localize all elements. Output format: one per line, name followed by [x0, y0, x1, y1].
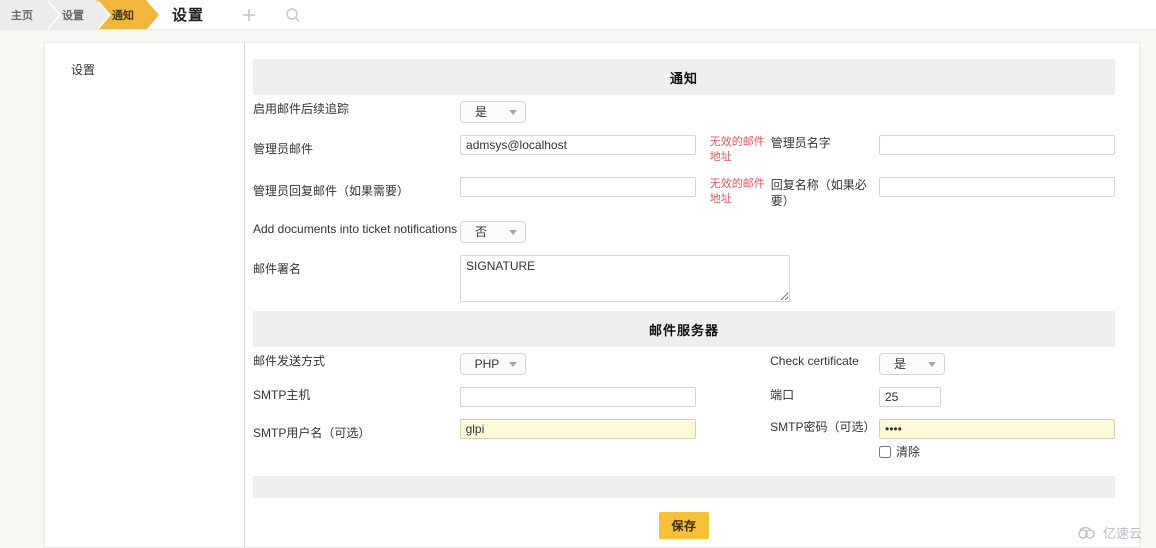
footer-strip	[253, 476, 1115, 498]
error-smtp-host	[709, 381, 770, 413]
save-row: 保存	[253, 512, 1115, 539]
form-row-admin-reply: 管理员回复邮件（如果需要） 无效的邮件地址 回复名称（如果必要）	[253, 171, 1115, 215]
clear-password-row: 清除	[879, 443, 1115, 460]
smtp-password-input[interactable]	[879, 419, 1115, 439]
label-followups-right	[771, 95, 879, 129]
plus-icon[interactable]	[240, 6, 258, 24]
clear-password-checkbox[interactable]	[879, 446, 891, 458]
admin-name-input[interactable]	[879, 135, 1115, 155]
cell-admin-email-value	[460, 129, 710, 171]
label-admin-reply: 管理员回复邮件（如果需要）	[253, 171, 460, 215]
label-admin-email: 管理员邮件	[253, 129, 460, 171]
select-followups[interactable]: 是	[460, 101, 526, 123]
label-signature: 邮件署名	[253, 249, 460, 311]
card-main: 通知 启用邮件后续追踪 是	[245, 43, 1139, 547]
error-followups	[710, 95, 771, 129]
cell-followups-right	[879, 95, 1115, 129]
page-body: 设置 通知 启用邮件后续追踪 是	[0, 30, 1156, 548]
label-port: 端口	[770, 381, 879, 413]
admin-email-input[interactable]	[460, 135, 696, 155]
breadcrumb-item-home[interactable]: 主页	[0, 0, 46, 29]
cell-admin-name-value	[879, 129, 1115, 171]
port-input[interactable]	[879, 387, 941, 407]
error-send-way	[709, 347, 770, 381]
smtp-host-input[interactable]	[460, 387, 696, 407]
card-left-rail: 设置	[45, 43, 245, 547]
cell-smtp-host-value	[460, 381, 710, 413]
search-icon[interactable]	[284, 6, 302, 24]
cell-admin-reply-value	[460, 171, 710, 215]
watermark: 亿速云	[1077, 523, 1142, 542]
breadcrumb: 主页 设置 通知	[0, 0, 146, 29]
label-reply-name: 回复名称（如果必要）	[771, 171, 879, 215]
error-add-documents	[710, 215, 771, 249]
form-row-admin-email: 管理员邮件 无效的邮件地址 管理员名字	[253, 129, 1115, 171]
form-row-smtp-host: SMTP主机 端口	[253, 381, 1115, 413]
select-wrap-add-documents: 否	[460, 221, 526, 243]
cell-smtp-password-value: 清除	[879, 413, 1115, 466]
mailserver-form: 邮件发送方式 PHP Check certificate 是	[253, 347, 1115, 466]
cell-port-value	[879, 381, 1115, 413]
label-add-documents: Add documents into ticket notifications	[253, 215, 460, 249]
cell-followups-value: 是	[460, 95, 710, 129]
error-smtp-user	[709, 413, 770, 466]
form-row-smtp-credentials: SMTP用户名（可选） SMTP密码（可选） 清除	[253, 413, 1115, 466]
cloud-icon	[1077, 526, 1099, 540]
clear-password-label: 清除	[896, 443, 920, 460]
save-button[interactable]: 保存	[659, 512, 708, 539]
select-wrap-followups: 是	[460, 101, 526, 123]
smtp-user-input[interactable]	[460, 419, 696, 439]
select-add-documents[interactable]: 否	[460, 221, 526, 243]
page-title-label: 设置	[172, 4, 204, 25]
cell-add-documents-value: 否	[460, 215, 710, 249]
cell-reply-name-value	[879, 171, 1115, 215]
section-header-notification: 通知	[253, 59, 1115, 95]
form-row-send-way: 邮件发送方式 PHP Check certificate 是	[253, 347, 1115, 381]
label-smtp-password: SMTP密码（可选）	[770, 413, 879, 466]
label-smtp-user: SMTP用户名（可选）	[253, 413, 460, 466]
watermark-label: 亿速云	[1103, 523, 1142, 542]
section-header-mailserver: 邮件服务器	[253, 311, 1115, 347]
breadcrumb-notifications-label: 通知	[112, 7, 134, 23]
top-actions	[240, 0, 302, 29]
section-header-mailserver-label: 邮件服务器	[649, 320, 719, 339]
cell-send-way-value: PHP	[460, 347, 710, 381]
reply-name-input[interactable]	[879, 177, 1115, 197]
label-add-documents-right	[771, 215, 879, 249]
cell-smtp-user-value	[460, 413, 710, 466]
section-header-notification-label: 通知	[670, 68, 698, 87]
form-row-signature: 邮件署名 SIGNATURE	[253, 249, 1115, 311]
signature-textarea[interactable]: SIGNATURE	[460, 255, 790, 302]
admin-reply-email-input[interactable]	[460, 177, 696, 197]
breadcrumb-home-label: 主页	[11, 7, 33, 23]
sidebar-item-settings[interactable]: 设置	[71, 61, 244, 78]
select-wrap-check-certificate: 是	[879, 353, 945, 375]
cell-signature-value: SIGNATURE	[460, 249, 1115, 311]
label-followups: 启用邮件后续追踪	[253, 95, 460, 129]
top-bar: 主页 设置 通知 设置	[0, 0, 1156, 30]
label-check-certificate: Check certificate	[770, 347, 879, 381]
select-send-way[interactable]: PHP	[460, 353, 526, 375]
breadcrumb-settings-label: 设置	[62, 7, 84, 23]
error-admin-email: 无效的邮件地址	[710, 129, 771, 171]
label-admin-name: 管理员名字	[771, 129, 879, 171]
select-check-certificate[interactable]: 是	[879, 353, 945, 375]
settings-card: 设置 通知 启用邮件后续追踪 是	[44, 42, 1140, 548]
label-send-way: 邮件发送方式	[253, 347, 460, 381]
notification-form: 启用邮件后续追踪 是 管理员邮件	[253, 95, 1115, 311]
select-wrap-send-way: PHP	[460, 353, 526, 375]
cell-add-documents-right	[879, 215, 1115, 249]
form-row-followups: 启用邮件后续追踪 是	[253, 95, 1115, 129]
label-smtp-host: SMTP主机	[253, 381, 460, 413]
cell-check-certificate-value: 是	[879, 347, 1115, 381]
error-admin-reply: 无效的邮件地址	[710, 171, 771, 215]
form-row-add-documents: Add documents into ticket notifications …	[253, 215, 1115, 249]
